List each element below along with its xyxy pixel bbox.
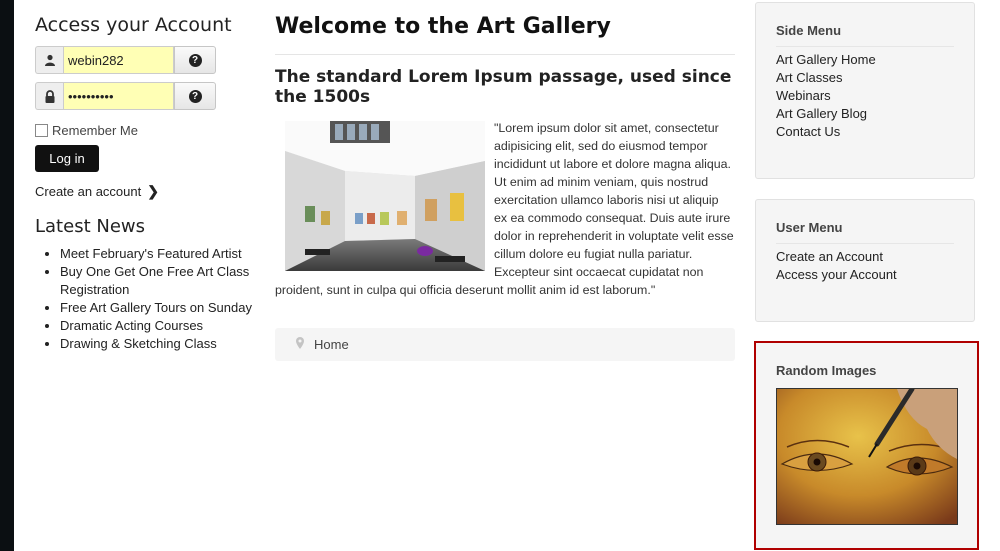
breadcrumb-home[interactable]: Home [314,337,349,352]
divider [776,46,954,47]
random-images-module: Random Images [754,341,979,550]
side-menu-item[interactable]: Contact Us [776,123,974,141]
news-item[interactable]: Drawing & Sketching Class [60,335,260,353]
divider [275,54,735,55]
help-icon: ? [188,53,202,67]
news-list: Meet February's Featured Artist Buy One … [35,245,260,353]
password-row: •••••••••• ? [35,82,260,110]
latest-news-title: Latest News [35,216,145,237]
remember-me-checkbox[interactable] [35,124,48,137]
side-menu-item[interactable]: Webinars [776,87,974,105]
user-menu-module: User Menu Create an Account Access your … [755,199,975,322]
side-menu-item[interactable]: Art Gallery Blog [776,105,974,123]
help-icon: ? [188,89,202,103]
left-column: Access your Account webin282 ? •••••••••… [35,0,260,353]
login-title: Access your Account [35,14,232,36]
password-input[interactable]: •••••••••• [63,82,174,110]
page-title: Welcome to the Art Gallery [275,14,611,39]
side-menu-list: Art Gallery Home Art Classes Webinars Ar… [776,51,974,141]
divider [776,243,954,244]
news-item[interactable]: Free Art Gallery Tours on Sunday [60,299,260,317]
user-menu-item[interactable]: Create an Account [776,248,974,266]
username-help-button[interactable]: ? [174,46,216,74]
side-menu-item[interactable]: Art Gallery Home [776,51,974,69]
lock-icon [35,82,63,110]
user-menu-list: Create an Account Access your Account [776,248,974,284]
article-body: "Lorem ipsum dolor sit amet, consectetur… [275,119,735,299]
username-row: webin282 ? [35,46,260,74]
password-help-button[interactable]: ? [174,82,216,110]
news-item[interactable]: Dramatic Acting Courses [60,317,260,335]
breadcrumb: Home [275,328,735,361]
side-menu-item[interactable]: Art Classes [776,69,974,87]
news-item[interactable]: Buy One Get One Free Art Class Registrat… [60,263,260,299]
remember-me: Remember Me [35,123,260,138]
random-images-title: Random Images [776,363,877,378]
page: Access your Account webin282 ? •••••••••… [14,0,1000,551]
news-item[interactable]: Meet February's Featured Artist [60,245,260,263]
main-content: Welcome to the Art Gallery The standard … [275,0,735,361]
side-menu-module: Side Menu Art Gallery Home Art Classes W… [755,2,975,179]
article-title: The standard Lorem Ipsum passage, used s… [275,67,732,107]
random-image[interactable] [776,386,958,525]
chevron-right-icon: ❯ [147,183,159,199]
create-account-link[interactable]: Create an account ❯ [35,183,260,200]
login-button[interactable]: Log in [35,145,99,172]
user-menu-title: User Menu [776,220,843,235]
map-marker-icon [296,337,304,352]
gallery-photo [285,121,485,271]
remember-me-label: Remember Me [52,123,138,138]
user-menu-item[interactable]: Access your Account [776,266,974,284]
username-input[interactable]: webin282 [63,46,174,74]
create-account-label: Create an account [35,184,142,199]
side-menu-title: Side Menu [776,23,842,38]
user-icon [35,46,63,74]
